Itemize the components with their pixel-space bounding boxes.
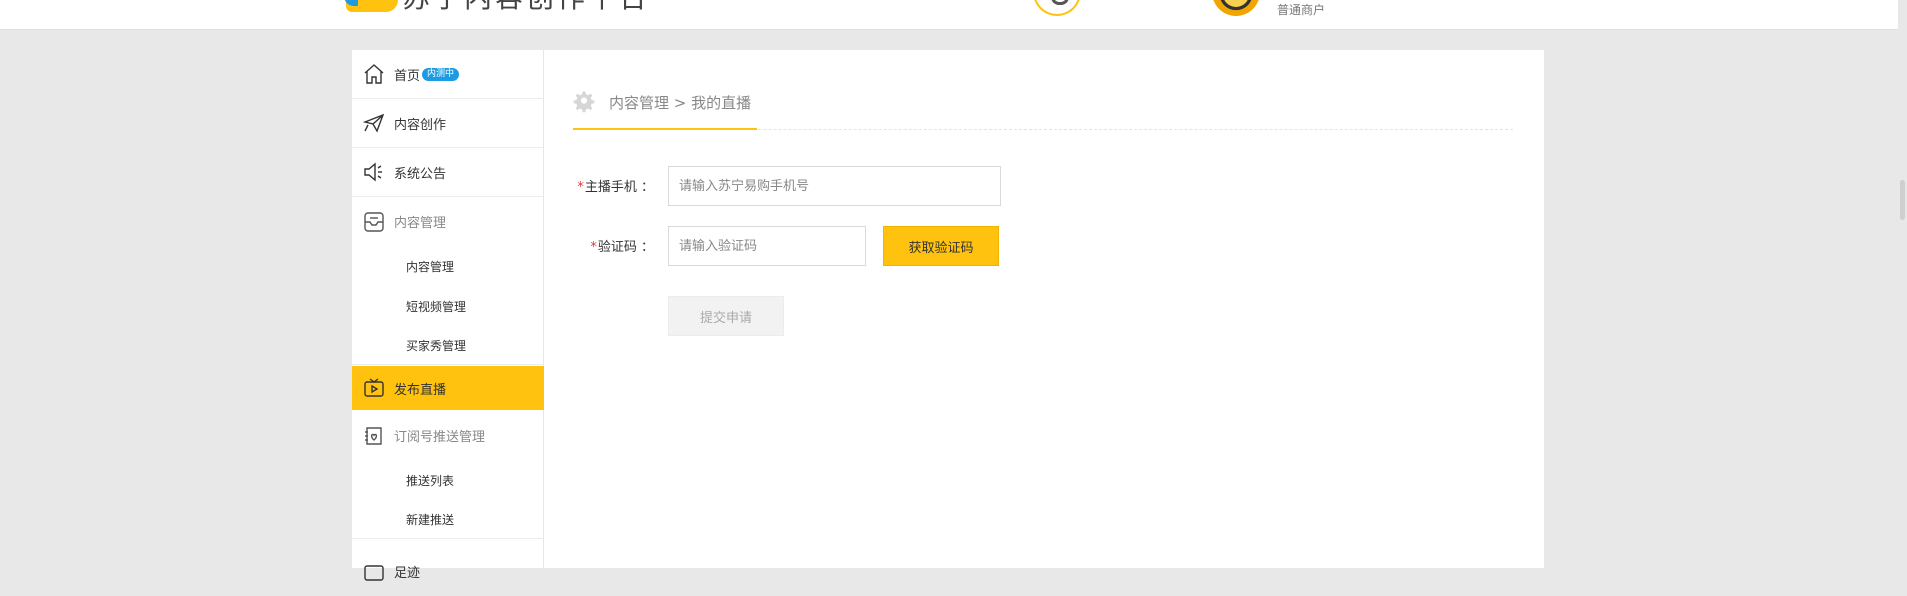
- sidebar-item-home[interactable]: 首页 内测中: [352, 50, 544, 99]
- footprint-icon: [364, 564, 384, 581]
- code-input[interactable]: [668, 226, 866, 266]
- phone-label: *主播手机 ：: [577, 180, 654, 195]
- sidebar-item-label: 内容创作: [394, 117, 447, 133]
- label-colon: ：: [640, 240, 654, 255]
- megaphone-icon: [364, 162, 382, 182]
- sidebar-item-announcement[interactable]: 系统公告: [352, 148, 544, 197]
- sidebar-subitem-short-video[interactable]: 短视频管理: [352, 286, 544, 326]
- submit-button[interactable]: 提交申请: [668, 296, 784, 336]
- sidebar-item-subscription-push[interactable]: 订阅号推送管理: [352, 411, 544, 460]
- sidebar-item-label: 系统公告: [394, 166, 447, 182]
- label-colon: ：: [640, 180, 654, 195]
- avatar[interactable]: [1212, 0, 1260, 16]
- sidebar-item-content-manage[interactable]: 内容管理: [352, 197, 544, 246]
- logo-text[interactable]: 苏宁内容创作平台: [402, 0, 650, 10]
- sidebar-item-label: 订阅号推送管理: [394, 430, 486, 445]
- sidebar-item-create[interactable]: 内容创作: [352, 99, 544, 148]
- sidebar-subitem-push-list[interactable]: 推送列表: [352, 460, 544, 500]
- sidebar-item-label: 内容管理: [394, 216, 447, 231]
- subscribe-icon: [365, 426, 382, 445]
- phone-input[interactable]: [668, 166, 1001, 206]
- sidebar-item-label: 足迹: [394, 566, 421, 581]
- code-label: *验证码 ：: [590, 240, 654, 255]
- breadcrumb-accent-bar: [573, 128, 757, 130]
- notification-icon[interactable]: [1033, 0, 1081, 16]
- user-role: 普通商户: [1277, 3, 1326, 17]
- tv-icon: [364, 378, 384, 397]
- sidebar-item-live[interactable]: 发布直播: [352, 366, 544, 410]
- gear-icon: [573, 91, 595, 113]
- sidebar-item-label: 首页: [394, 68, 421, 84]
- required-mark: *: [590, 240, 597, 255]
- breadcrumb: 内容管理 > 我的直播: [573, 90, 751, 114]
- logo-icon[interactable]: [344, 0, 398, 12]
- sidebar: 首页 内测中 内容创作 系统公告 内容管理 内容管理 短视频管理 买家秀管理 发…: [352, 50, 544, 581]
- home-icon: [364, 64, 384, 84]
- sidebar-item-label: 发布直播: [394, 382, 447, 398]
- scrollbar-thumb[interactable]: [1900, 180, 1905, 220]
- scrollbar-track[interactable]: [1898, 0, 1907, 568]
- top-header: 苏宁内容创作平台 普通商户: [0, 0, 1907, 30]
- breadcrumb-text: 内容管理 > 我的直播: [609, 93, 752, 112]
- sidebar-subitem-buyer-show[interactable]: 买家秀管理: [352, 326, 544, 365]
- beta-badge: 内测中: [422, 67, 460, 81]
- sidebar-subitem-content[interactable]: 内容管理: [352, 246, 544, 286]
- get-code-button[interactable]: 获取验证码: [883, 226, 999, 266]
- required-mark: *: [577, 180, 584, 195]
- paper-plane-icon: [362, 113, 385, 133]
- sidebar-subitem-new-push[interactable]: 新建推送: [352, 500, 544, 539]
- sidebar-item-footprint[interactable]: 足迹: [352, 547, 544, 596]
- content-box-icon: [364, 211, 384, 232]
